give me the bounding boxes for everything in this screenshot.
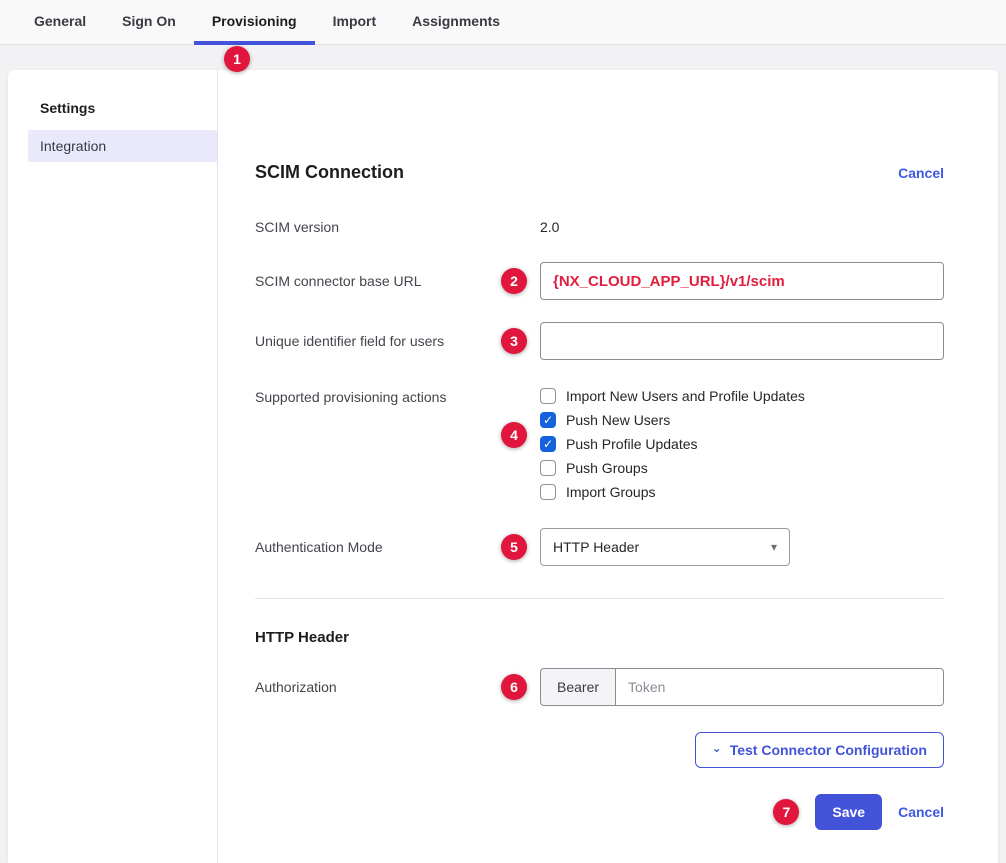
tab-general[interactable]: General [16,0,104,45]
section-divider [255,598,944,599]
tab-import[interactable]: Import [315,0,395,45]
annotation-badge-1: 1 [224,46,250,72]
base-url-input[interactable] [540,262,944,300]
checkbox-label: Push Groups [566,460,648,476]
authorization-label: Authorization [255,679,540,695]
checkbox-push-new-users[interactable]: Push New Users [540,412,805,428]
chevron-down-icon: ⌄ [712,742,722,754]
cancel-link-bottom[interactable]: Cancel [898,804,944,820]
unique-id-label: Unique identifier field for users [255,333,540,349]
bearer-prefix: Bearer [540,668,615,706]
tab-assignments[interactable]: Assignments [394,0,518,45]
checkbox-import-groups[interactable]: Import Groups [540,484,805,500]
field-row-auth-mode: Authentication Mode 5 HTTP Header ▾ [255,528,944,566]
test-connector-row: ⌄ Test Connector Configuration [255,732,944,768]
field-row-unique-id: Unique identifier field for users 3 [255,322,944,360]
save-row: 7 Save Cancel [255,794,944,830]
save-button[interactable]: Save [815,794,882,830]
base-url-label: SCIM connector base URL [255,273,540,289]
auth-mode-selected-value: HTTP Header [553,539,639,555]
sidebar: Settings Integration [8,70,218,863]
checkbox-icon[interactable] [540,388,556,404]
annotation-badge-5: 5 [501,534,527,560]
token-input[interactable] [615,668,944,706]
field-row-provisioning-actions: Supported provisioning actions 4 Import … [255,388,944,500]
checkbox-icon[interactable] [540,460,556,476]
checkbox-icon[interactable] [540,436,556,452]
checkbox-import-new-users[interactable]: Import New Users and Profile Updates [540,388,805,404]
settings-card: Settings Integration SCIM Connection Can… [8,70,998,863]
unique-id-input[interactable] [540,322,944,360]
checkbox-label: Push Profile Updates [566,436,698,452]
checkbox-push-groups[interactable]: Push Groups [540,460,805,476]
auth-mode-select[interactable]: HTTP Header ▾ [540,528,790,566]
checkbox-icon[interactable] [540,484,556,500]
sidebar-item-integration[interactable]: Integration [28,130,217,162]
tab-sign-on[interactable]: Sign On [104,0,194,45]
annotation-badge-6: 6 [501,674,527,700]
http-header-section-heading: HTTP Header [255,629,944,646]
chevron-down-icon: ▾ [771,540,777,554]
test-connector-button[interactable]: ⌄ Test Connector Configuration [695,732,944,768]
provisioning-actions-label: Supported provisioning actions [255,388,540,405]
checkbox-push-profile-updates[interactable]: Push Profile Updates [540,436,805,452]
authorization-input-group: Bearer [540,668,944,706]
test-connector-button-label: Test Connector Configuration [730,742,927,758]
checkbox-label: Import New Users and Profile Updates [566,388,805,404]
annotation-badge-7: 7 [773,799,799,825]
auth-mode-label: Authentication Mode [255,539,540,555]
field-row-base-url: SCIM connector base URL 2 [255,262,944,300]
scim-version-value: 2.0 [540,219,559,235]
field-row-authorization: Authorization 6 Bearer [255,668,944,706]
annotation-badge-4: 4 [501,422,527,448]
checkbox-label: Push New Users [566,412,670,428]
checkbox-icon[interactable] [540,412,556,428]
page-title: SCIM Connection [255,162,404,183]
scim-version-label: SCIM version [255,219,540,235]
field-row-scim-version: SCIM version 2.0 [255,219,944,235]
tab-provisioning[interactable]: Provisioning [194,0,315,45]
scim-connection-panel: SCIM Connection Cancel SCIM version 2.0 … [218,70,998,863]
cancel-link-top[interactable]: Cancel [898,165,944,181]
sidebar-heading: Settings [28,100,217,130]
tab-bar: General Sign On Provisioning Import Assi… [0,0,1006,45]
annotation-badge-2: 2 [501,268,527,294]
provisioning-actions-list: Import New Users and Profile Updates Pus… [540,388,805,500]
annotation-badge-3: 3 [501,328,527,354]
provisioning-page: General Sign On Provisioning Import Assi… [0,0,1006,863]
checkbox-label: Import Groups [566,484,655,500]
